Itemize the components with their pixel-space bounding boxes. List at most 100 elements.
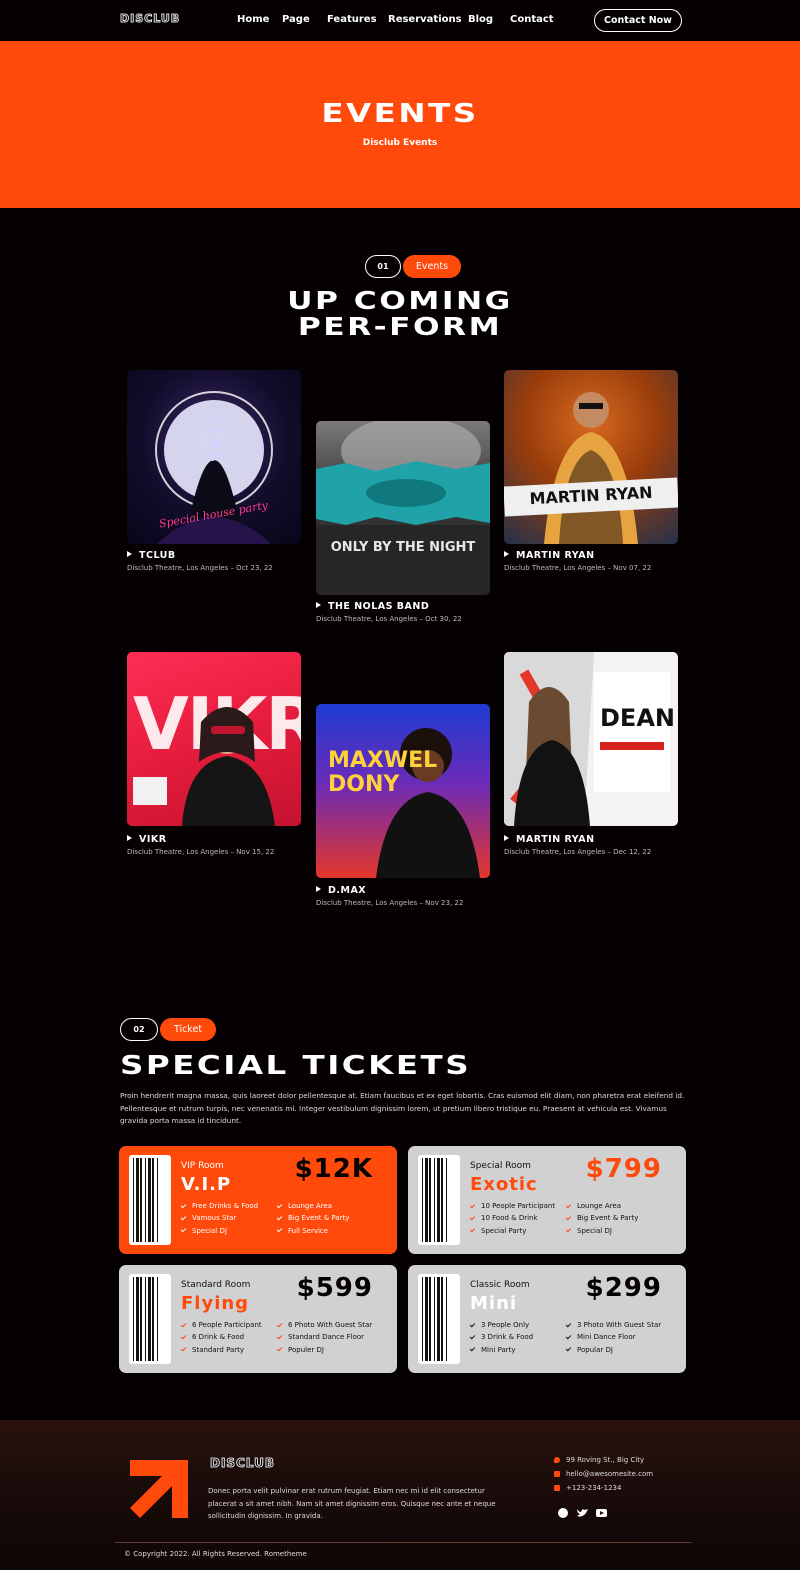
nav-blog[interactable]: Blog xyxy=(468,14,493,25)
event-poster[interactable]: ONLY BY THE NIGHT xyxy=(316,421,490,595)
barcode-stub xyxy=(129,1274,171,1364)
event-title[interactable]: TCLUB xyxy=(127,550,176,561)
feature-list: Lounge Area Big Event & Party Special DJ xyxy=(565,1200,638,1237)
event-meta: Disclub Theatre, Los Angeles – Nov 07, 2… xyxy=(504,564,652,572)
contact-now-button[interactable]: Contact Now xyxy=(594,9,682,32)
phone-icon xyxy=(554,1485,560,1491)
footer-divider xyxy=(115,1542,692,1543)
facebook-icon[interactable] xyxy=(558,1508,568,1518)
feature-item: 3 Photo With Guest Star xyxy=(565,1319,661,1331)
barcode-stub xyxy=(418,1155,460,1245)
event-poster[interactable]: MAXWEL DONY xyxy=(316,704,490,878)
section-number: 02 xyxy=(120,1018,158,1041)
event-title[interactable]: MARTIN RYAN xyxy=(504,834,595,845)
event-poster[interactable]: Special house party CLUB xyxy=(127,370,301,544)
top-nav: DISCLUB Home Page Features Reservations … xyxy=(0,0,800,41)
check-icon xyxy=(469,1214,476,1221)
event-title[interactable]: THE NOLAS BAND xyxy=(316,601,429,612)
nav-contact[interactable]: Contact xyxy=(510,14,554,25)
ticket-card[interactable]: Standard Room Flying $599 6 People Parti… xyxy=(119,1265,397,1373)
ticket-room: VIP Room xyxy=(181,1161,224,1171)
breadcrumb: Disclub Events xyxy=(362,138,438,148)
page-title: EVENTS xyxy=(321,99,479,129)
check-icon xyxy=(180,1226,187,1233)
ticket-price: $799 xyxy=(585,1154,662,1184)
feature-item: Free Drinks & Food xyxy=(180,1200,258,1212)
check-icon xyxy=(565,1202,572,1208)
feature-item: 6 People Participant xyxy=(180,1319,262,1331)
barcode-icon xyxy=(133,1277,158,1361)
nav-reservations[interactable]: Reservations xyxy=(388,14,462,25)
nav-page[interactable]: Page xyxy=(282,14,310,25)
play-icon xyxy=(127,835,132,841)
feature-list: 10 People Participant 10 Food & Drink Sp… xyxy=(469,1200,555,1237)
feature-list: 3 People Only 3 Drink & Food Mini Party xyxy=(469,1319,533,1356)
site-logo[interactable]: DISCLUB xyxy=(119,12,180,26)
poster-art xyxy=(316,421,490,595)
check-icon xyxy=(469,1345,476,1352)
event-poster[interactable]: DEAN xyxy=(504,652,678,826)
ticket-price: $599 xyxy=(296,1273,373,1303)
play-icon xyxy=(504,835,509,841)
feature-item: Populer DJ xyxy=(276,1344,372,1356)
ticket-name: Flying xyxy=(181,1293,250,1314)
barcode-icon xyxy=(133,1158,158,1242)
poster-text: CLUB xyxy=(207,415,221,466)
feature-item: 3 Drink & Food xyxy=(469,1331,533,1343)
twitter-icon[interactable] xyxy=(577,1508,588,1518)
poster-text: ONLY BY THE NIGHT xyxy=(330,540,476,555)
section-title: UP COMING PER-FORM xyxy=(0,286,800,342)
ticket-name: V.I.P xyxy=(181,1174,232,1195)
event-name: D.MAX xyxy=(328,885,367,896)
ticket-card[interactable]: VIP Room V.I.P $12K Free Drinks & Food V… xyxy=(119,1146,397,1254)
check-icon xyxy=(276,1202,283,1208)
check-icon xyxy=(469,1333,476,1340)
nav-features[interactable]: Features xyxy=(327,14,377,25)
feature-item: Popular DJ xyxy=(565,1344,661,1356)
poster-art xyxy=(133,707,275,826)
event-name: MARTIN RYAN xyxy=(516,550,595,561)
event-title[interactable]: MARTIN RYAN xyxy=(504,550,595,561)
feature-item: Mini Dance Floor xyxy=(565,1331,661,1343)
nav-home[interactable]: Home xyxy=(237,14,269,25)
feature-item: Lounge Area xyxy=(565,1200,638,1212)
feature-item: Standard Party xyxy=(180,1344,262,1356)
feature-item: 6 Drink & Food xyxy=(180,1331,262,1343)
email-icon xyxy=(554,1471,560,1477)
section-title-line2: PER-FORM xyxy=(297,312,503,342)
section-description: Proin hendrerit magna massa, quis laoree… xyxy=(120,1091,685,1125)
event-meta: Disclub Theatre, Los Angeles – Dec 12, 2… xyxy=(504,848,652,856)
page-hero: EVENTS Disclub Events xyxy=(0,41,800,208)
poster-art xyxy=(504,652,670,826)
event-name: VIKR xyxy=(139,834,167,845)
section-title-line1: UP COMING xyxy=(287,286,513,315)
footer-logo[interactable]: DISCLUB xyxy=(210,1456,275,1471)
ticket-card[interactable]: Special Room Exotic $799 10 People Parti… xyxy=(408,1146,686,1254)
event-meta: Disclub Theatre, Los Angeles – Nov 23, 2… xyxy=(316,899,464,907)
event-poster[interactable]: MARTIN RYAN xyxy=(504,370,678,544)
check-icon xyxy=(180,1321,187,1327)
feature-list: Lounge Area Big Event & Party Full Servi… xyxy=(276,1200,349,1237)
footer-email[interactable]: hello@awesomesite.com xyxy=(566,1470,653,1478)
event-name: MARTIN RYAN xyxy=(516,834,595,845)
youtube-icon[interactable] xyxy=(596,1509,607,1517)
event-name: THE NOLAS BAND xyxy=(328,601,430,612)
feature-list: 3 Photo With Guest Star Mini Dance Floor… xyxy=(565,1319,661,1356)
event-meta: Disclub Theatre, Los Angeles – Oct 30, 2… xyxy=(316,615,462,623)
event-name: TCLUB xyxy=(139,550,176,561)
event-title[interactable]: D.MAX xyxy=(316,885,366,896)
event-title[interactable]: VIKR xyxy=(127,834,167,845)
check-icon xyxy=(565,1321,572,1327)
ticket-card[interactable]: Classic Room Mini $299 3 People Only 3 D… xyxy=(408,1265,686,1373)
check-icon xyxy=(565,1345,572,1352)
event-poster[interactable]: VIKR xyxy=(127,652,301,826)
feature-item: Full Service xyxy=(276,1225,349,1237)
check-icon xyxy=(469,1226,476,1233)
footer-address: 99 Roving St., Big City xyxy=(566,1456,645,1464)
footer-phone[interactable]: +123-234-1234 xyxy=(566,1484,621,1492)
feature-item: 10 Food & Drink xyxy=(469,1212,555,1224)
feature-item: Special DJ xyxy=(565,1225,638,1237)
ticket-price: $299 xyxy=(585,1273,662,1303)
play-icon xyxy=(504,551,509,557)
check-icon xyxy=(565,1333,572,1340)
